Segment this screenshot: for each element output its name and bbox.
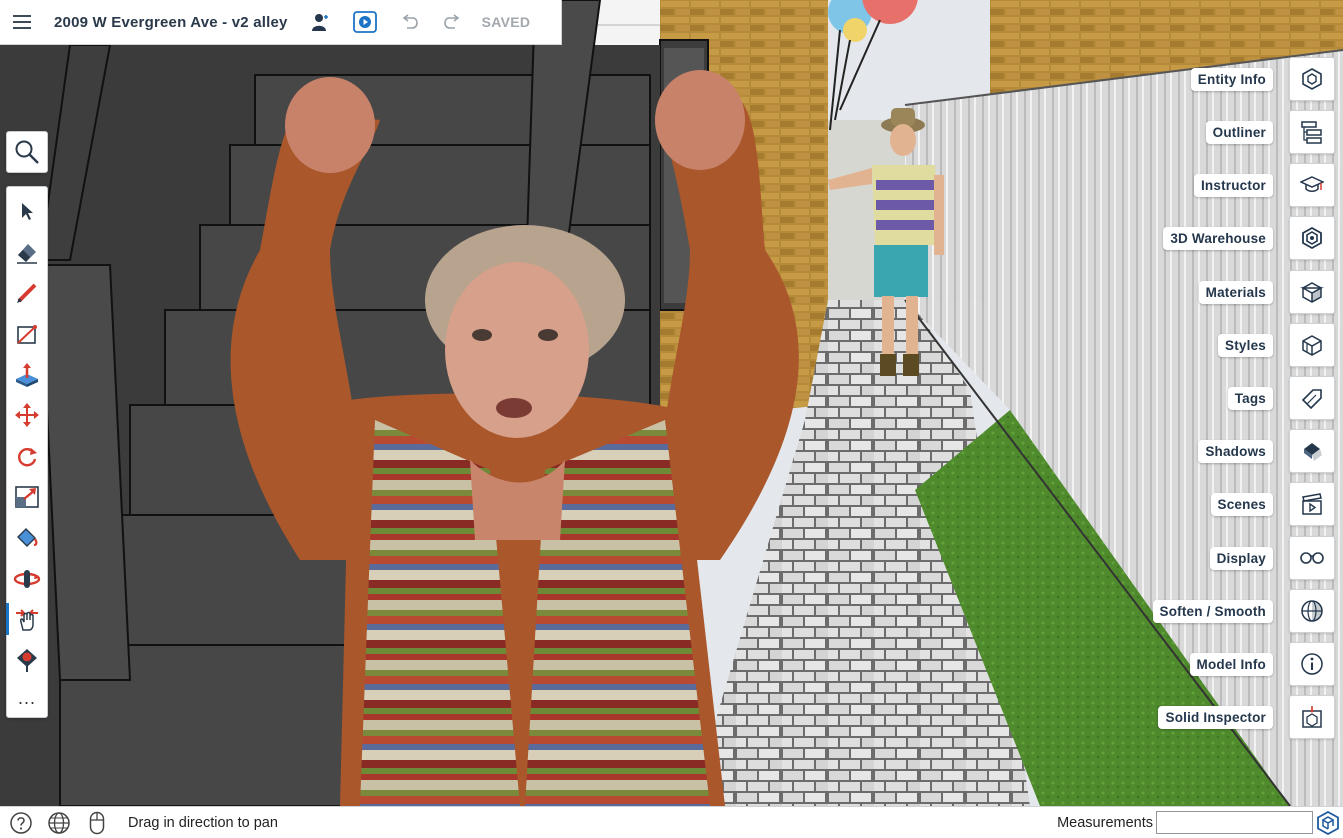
tool-palette: ... bbox=[6, 186, 48, 718]
shadows-icon[interactable] bbox=[1289, 429, 1335, 473]
panel-label[interactable]: Tags bbox=[1227, 386, 1273, 410]
magnify-icon bbox=[15, 140, 39, 164]
push-pull-icon bbox=[16, 362, 38, 387]
panel-scenes[interactable]: Scenes bbox=[1210, 482, 1335, 526]
pencil-icon bbox=[17, 283, 37, 303]
redo-icon[interactable] bbox=[438, 7, 468, 37]
help-icon[interactable] bbox=[4, 807, 38, 838]
panel-shadows[interactable]: Shadows bbox=[1198, 429, 1335, 473]
scale-icon bbox=[15, 486, 39, 508]
panel-label[interactable]: Display bbox=[1209, 546, 1273, 570]
pencil-line-tool[interactable] bbox=[7, 273, 47, 314]
eraser-icon bbox=[17, 244, 37, 264]
styles-cube-icon[interactable] bbox=[1289, 323, 1335, 367]
display-glasses-icon[interactable] bbox=[1289, 536, 1335, 580]
top-bar: 2009 W Evergreen Ave - v2 alley SAVED bbox=[0, 0, 562, 45]
panel-label[interactable]: Solid Inspector bbox=[1158, 705, 1273, 729]
orbit-icon bbox=[13, 569, 41, 588]
document-title[interactable]: 2009 W Evergreen Ave - v2 alley bbox=[54, 14, 288, 31]
warehouse-icon[interactable] bbox=[1289, 216, 1335, 260]
panel-label[interactable]: Instructor bbox=[1193, 173, 1273, 197]
paint-bucket-tool[interactable] bbox=[7, 517, 47, 558]
instructor-cap-icon[interactable] bbox=[1289, 163, 1335, 207]
solid-inspector-icon[interactable] bbox=[1289, 695, 1335, 739]
move-arrows-icon bbox=[15, 403, 39, 428]
ellipsis-icon: ... bbox=[17, 687, 36, 708]
panel-label[interactable]: Model Info bbox=[1189, 652, 1273, 676]
pan-tool[interactable] bbox=[6, 599, 47, 640]
menu-icon[interactable] bbox=[0, 0, 44, 44]
status-hint: Drag in direction to pan bbox=[128, 814, 278, 831]
mouse-icon[interactable] bbox=[80, 807, 114, 838]
save-status: SAVED bbox=[481, 14, 531, 30]
panel-soften-smooth[interactable]: Soften / Smooth bbox=[1152, 589, 1335, 633]
push-pull-tool[interactable] bbox=[7, 354, 47, 395]
scenes-clapper-icon[interactable] bbox=[1289, 482, 1335, 526]
panel-solid-inspector[interactable]: Solid Inspector bbox=[1158, 695, 1335, 739]
scale-tool[interactable] bbox=[7, 477, 47, 518]
panel-label[interactable]: Materials bbox=[1198, 280, 1273, 304]
rotate-tool[interactable] bbox=[7, 436, 47, 477]
panel-label[interactable]: Shadows bbox=[1198, 439, 1273, 463]
rectangle-tool[interactable] bbox=[7, 313, 47, 354]
measurements-input[interactable] bbox=[1156, 811, 1313, 834]
eraser-tool[interactable] bbox=[7, 232, 47, 273]
arrow-cursor-icon bbox=[22, 203, 33, 221]
panel-display[interactable]: Display bbox=[1209, 536, 1335, 580]
hand-icon bbox=[16, 609, 38, 632]
panel-model-info[interactable]: Model Info bbox=[1189, 642, 1335, 686]
panel-label[interactable]: 3D Warehouse bbox=[1163, 226, 1273, 250]
globe-icon[interactable] bbox=[42, 807, 76, 838]
status-bar: Drag in direction to pan Measurements bbox=[0, 806, 1343, 838]
panel-tags[interactable]: Tags bbox=[1227, 376, 1335, 420]
info-circle-icon[interactable] bbox=[1289, 642, 1335, 686]
panel-label[interactable]: Entity Info bbox=[1190, 67, 1273, 91]
panel-label[interactable]: Outliner bbox=[1205, 120, 1273, 144]
present-play-icon[interactable] bbox=[350, 7, 380, 37]
panel-3d-warehouse[interactable]: 3D Warehouse bbox=[1163, 216, 1335, 260]
panel-label[interactable]: Styles bbox=[1218, 333, 1273, 357]
panel-entity-info[interactable]: Entity Info bbox=[1190, 57, 1335, 101]
measurements-label: Measurements bbox=[1057, 814, 1153, 831]
more-tools[interactable]: ... bbox=[7, 681, 47, 722]
entity-info-icon[interactable] bbox=[1289, 57, 1335, 101]
model-viewport[interactable] bbox=[0, 0, 1343, 806]
outliner-icon[interactable] bbox=[1289, 110, 1335, 154]
undo-icon[interactable] bbox=[394, 7, 424, 37]
orbit-tool[interactable] bbox=[7, 558, 47, 599]
move-tool[interactable] bbox=[7, 395, 47, 436]
panel-label[interactable]: Scenes bbox=[1210, 492, 1273, 516]
sketchup-logo-icon[interactable] bbox=[1315, 810, 1341, 836]
pin-icon bbox=[17, 649, 37, 673]
panel-label[interactable]: Soften / Smooth bbox=[1152, 599, 1273, 623]
collaborator-icon[interactable] bbox=[306, 7, 336, 37]
materials-cube-icon[interactable] bbox=[1289, 270, 1335, 314]
tag-icon[interactable] bbox=[1289, 376, 1335, 420]
walk-tool[interactable] bbox=[7, 640, 47, 681]
rotate-icon bbox=[18, 448, 37, 467]
panel-styles[interactable]: Styles bbox=[1218, 323, 1335, 367]
rectangle-icon bbox=[17, 324, 37, 344]
paint-bucket-icon bbox=[17, 527, 38, 547]
panel-instructor[interactable]: Instructor bbox=[1193, 163, 1335, 207]
search-tool-button[interactable] bbox=[6, 131, 48, 173]
soften-sphere-icon[interactable] bbox=[1289, 589, 1335, 633]
select-tool[interactable] bbox=[7, 191, 47, 232]
panel-materials[interactable]: Materials bbox=[1198, 270, 1335, 314]
scene-render bbox=[0, 0, 1343, 806]
panel-outliner[interactable]: Outliner bbox=[1205, 110, 1335, 154]
